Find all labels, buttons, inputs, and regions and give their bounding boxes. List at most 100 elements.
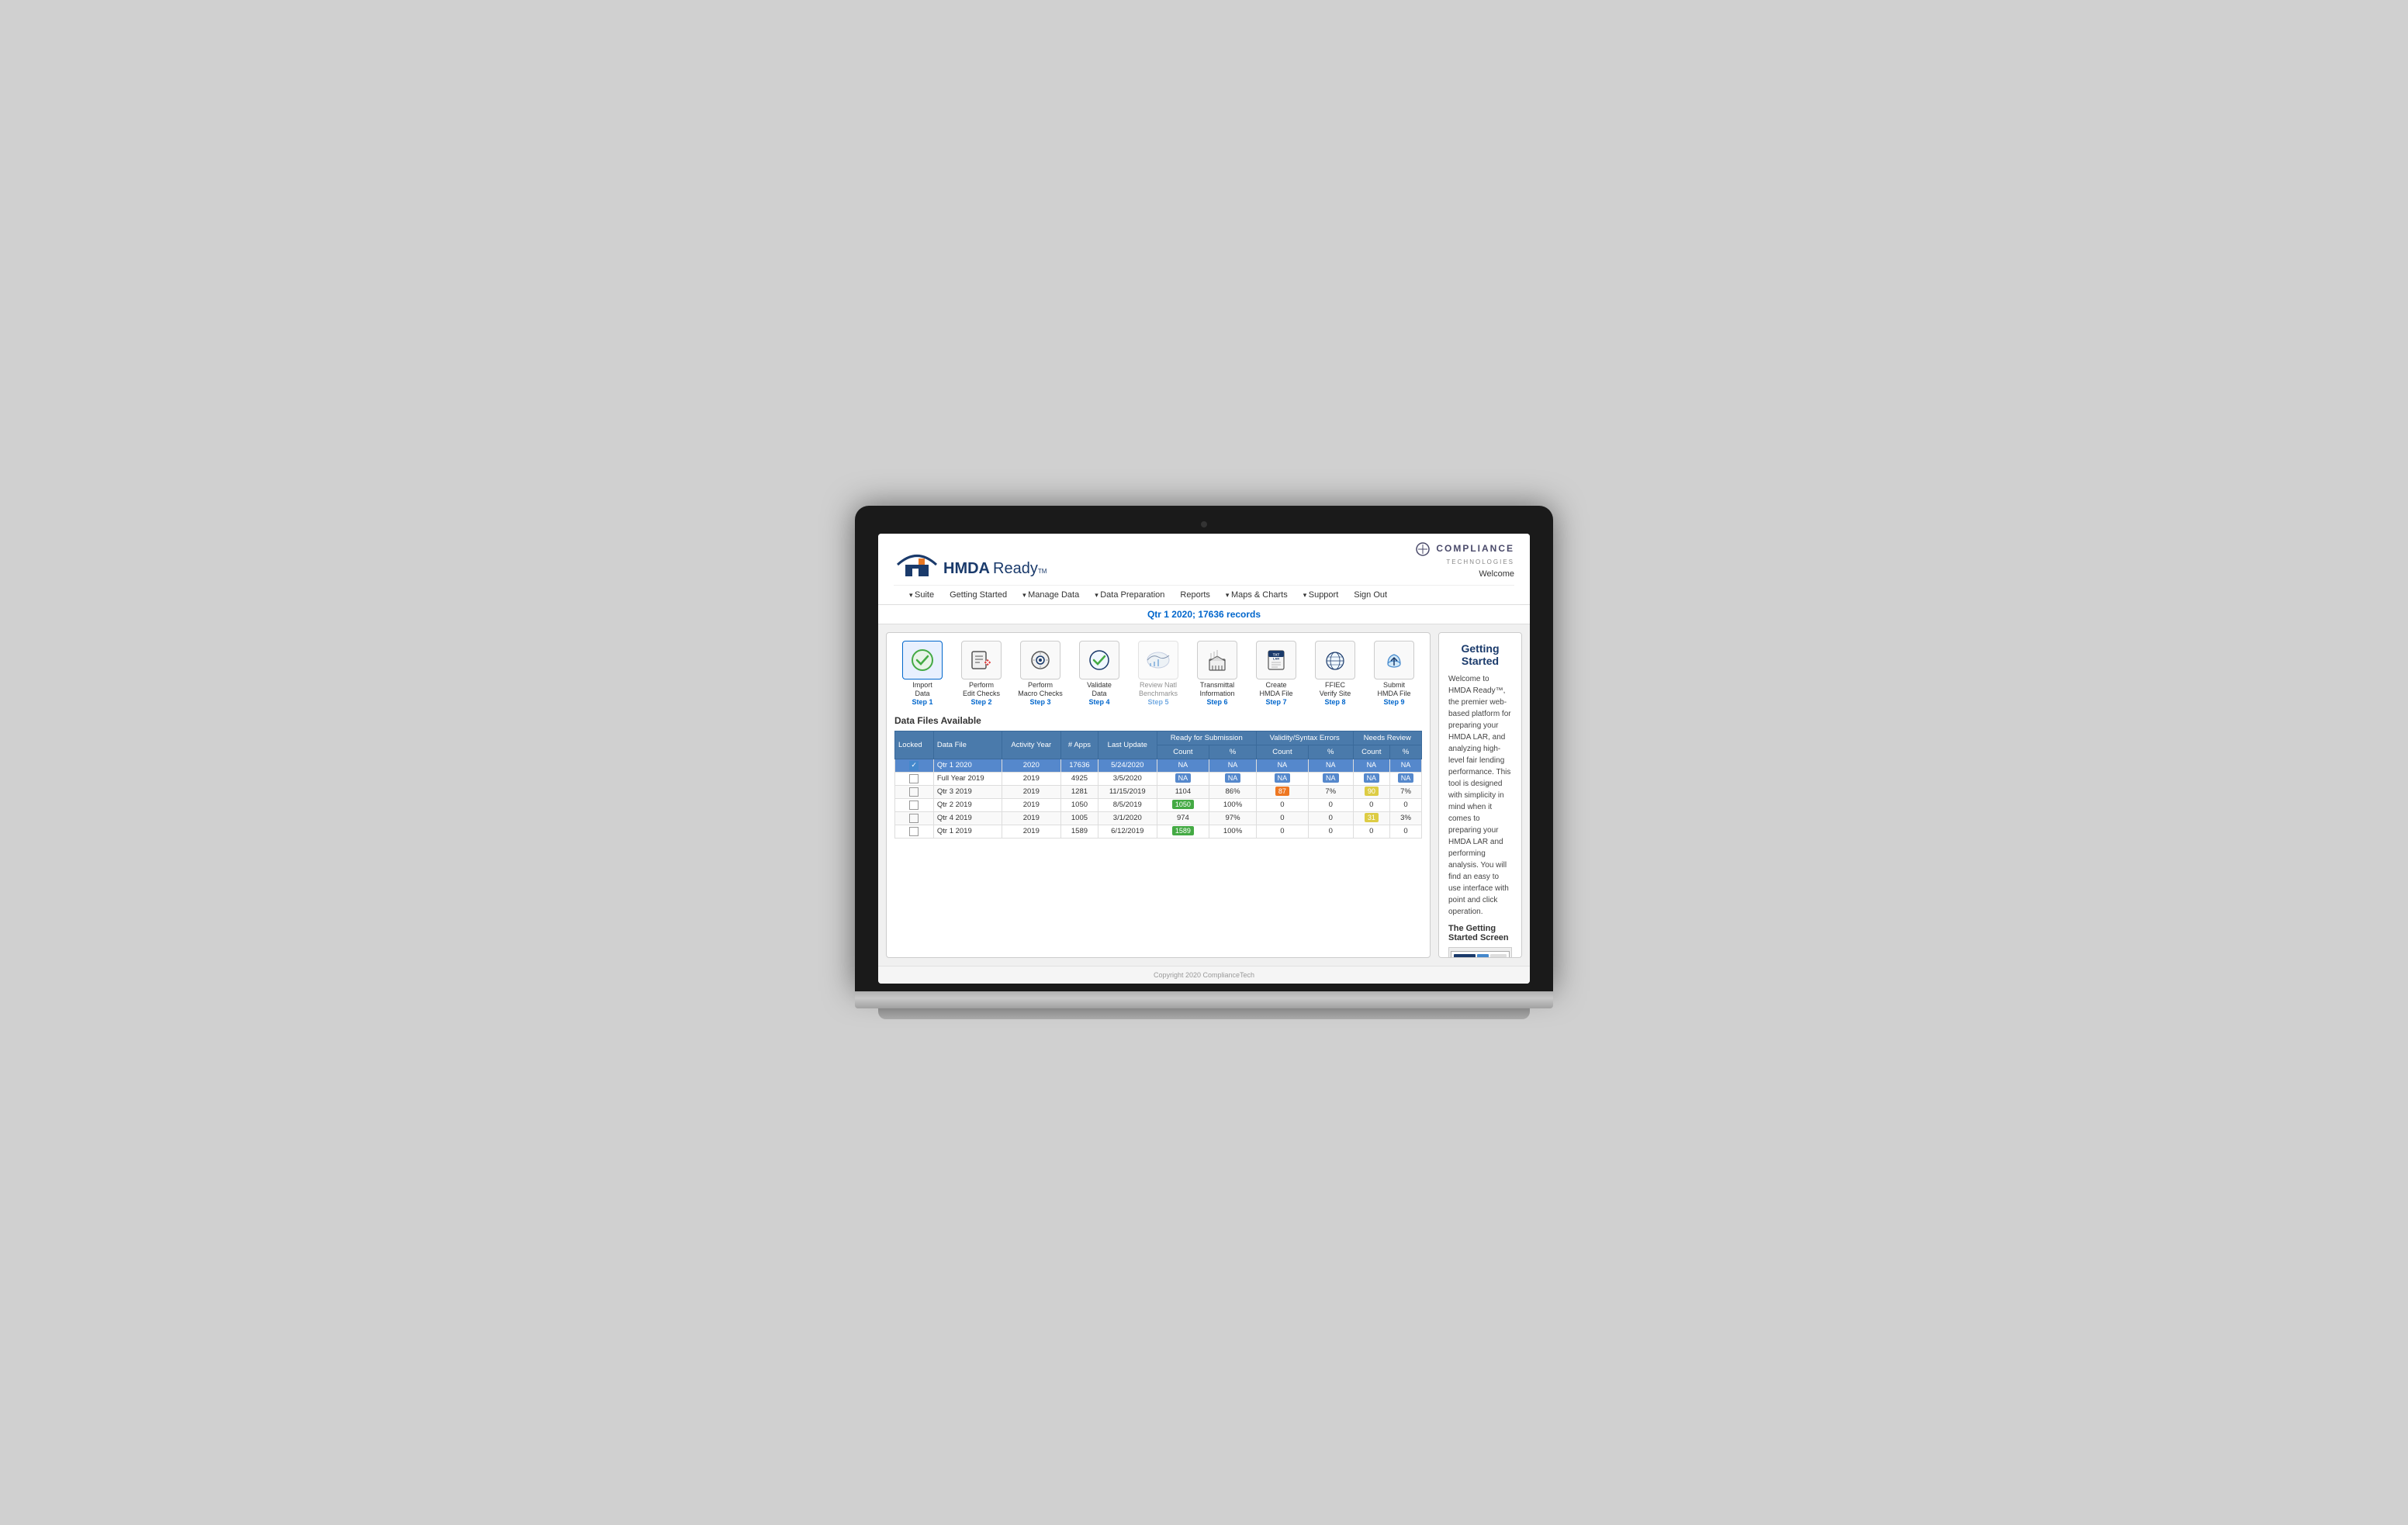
row-update: 8/5/2019: [1098, 798, 1157, 811]
benchmarks-icon: [1145, 649, 1171, 671]
screen: HMDA Ready TM: [878, 534, 1530, 984]
row-validity-count: 0: [1256, 811, 1308, 825]
row-ready-count: 1104: [1157, 785, 1209, 798]
row-ready-count: 974: [1157, 811, 1209, 825]
step-8-name: FFIECVerify Site: [1320, 681, 1351, 698]
step-7-label: Step 7: [1265, 698, 1286, 706]
row-apps: 1589: [1061, 825, 1098, 838]
na-badge: NA: [1323, 760, 1339, 769]
step-3-label: Step 3: [1029, 698, 1050, 706]
col-group-needs: Needs Review: [1353, 731, 1421, 745]
row-year: 2019: [1002, 772, 1060, 785]
row-validity-count: 0: [1256, 798, 1308, 811]
import-data-icon: [911, 648, 934, 672]
lock-checkbox: [909, 761, 919, 770]
row-locked: [895, 825, 934, 838]
row-needs-count: NA: [1353, 772, 1390, 785]
step-5[interactable]: Review NatlBenchmarks Step 5: [1130, 641, 1186, 706]
data-files-table: Locked Data File Activity Year # Apps La…: [894, 731, 1422, 839]
step-1[interactable]: ImportData Step 1: [894, 641, 950, 706]
step-1-icon: [902, 641, 943, 680]
step-4-icon: [1079, 641, 1119, 680]
row-data-file: Qtr 1 2020: [933, 759, 1002, 772]
step-4[interactable]: ValidateData Step 4: [1071, 641, 1127, 706]
lock-checkbox: [909, 801, 919, 810]
row-validity-count: 87: [1256, 785, 1308, 798]
row-ready-count: 1589: [1157, 825, 1209, 838]
na-badge: NA: [1398, 760, 1414, 769]
nav-maps-charts[interactable]: Maps & Charts: [1218, 586, 1296, 604]
getting-started-panel: Getting Started Welcome to HMDA Ready™, …: [1438, 632, 1522, 958]
step-5-name: Review NatlBenchmarks: [1139, 681, 1178, 698]
step-9-label: Step 9: [1383, 698, 1404, 706]
nav-reports[interactable]: Reports: [1172, 586, 1218, 604]
row-update: 3/5/2020: [1098, 772, 1157, 785]
row-ready-count: NA: [1157, 759, 1209, 772]
data-files-title: Data Files Available: [894, 715, 1422, 726]
table-row[interactable]: Qtr 2 2019 2019 1050 8/5/2019 1050 100% …: [895, 798, 1422, 811]
step-2[interactable]: PerformEdit Checks Step 2: [953, 641, 1009, 706]
row-year: 2019: [1002, 811, 1060, 825]
table-scroll[interactable]: Locked Data File Activity Year # Apps La…: [894, 731, 1422, 839]
table-row[interactable]: Full Year 2019 2019 4925 3/5/2020 NA NA …: [895, 772, 1422, 785]
step-9[interactable]: SubmitHMDA File Step 9: [1366, 641, 1422, 706]
row-needs-count: 31: [1353, 811, 1390, 825]
step-5-icon: [1138, 641, 1178, 680]
step-3[interactable]: PerformMacro Checks Step 3: [1012, 641, 1068, 706]
row-ready-pct: NA: [1209, 759, 1257, 772]
ffiec-icon: [1323, 648, 1348, 672]
step-2-label: Step 2: [970, 698, 991, 706]
step-1-label: Step 1: [912, 698, 932, 706]
table-row[interactable]: Qtr 1 2020 2020 17636 5/24/2020 NA NA NA…: [895, 759, 1422, 772]
na-badge: NA: [1175, 760, 1192, 769]
step-1-name: ImportData: [912, 681, 932, 698]
panel-body: Welcome to HMDA Ready™, the premier web-…: [1448, 673, 1512, 918]
step-6[interactable]: TransmittalInformation Step 6: [1189, 641, 1245, 706]
welcome-label: Welcome: [1415, 569, 1514, 579]
row-locked: [895, 772, 934, 785]
row-year: 2019: [1002, 825, 1060, 838]
na-badge: NA: [1275, 760, 1291, 769]
lock-checkbox: [909, 774, 919, 783]
row-needs-pct: 7%: [1390, 785, 1422, 798]
row-ready-count: 1050: [1157, 798, 1209, 811]
row-needs-pct: 0: [1390, 825, 1422, 838]
row-update: 3/1/2020: [1098, 811, 1157, 825]
step-7[interactable]: TXT LAR CreateHMDA File Step 7: [1248, 641, 1304, 706]
compliance-sub: TECHNOLOGIES: [1446, 558, 1514, 565]
nav-suite[interactable]: Suite: [901, 586, 942, 604]
na-badge: NA: [1175, 773, 1192, 783]
laptop-bottom: [878, 1008, 1530, 1019]
row-year: 2019: [1002, 785, 1060, 798]
nav-getting-started[interactable]: Getting Started: [942, 586, 1015, 604]
row-needs-count: 90: [1353, 785, 1390, 798]
screen-preview[interactable]: [1448, 947, 1512, 958]
step-7-icon: TXT LAR: [1256, 641, 1296, 680]
row-validity-pct: NA: [1308, 759, 1353, 772]
row-needs-pct: 3%: [1390, 811, 1422, 825]
row-year: 2020: [1002, 759, 1060, 772]
step-6-label: Step 6: [1206, 698, 1227, 706]
row-year: 2019: [1002, 798, 1060, 811]
nav-data-preparation[interactable]: Data Preparation: [1087, 586, 1172, 604]
step-8-label: Step 8: [1324, 698, 1345, 706]
table-row[interactable]: Qtr 4 2019 2019 1005 3/1/2020 974 97% 0 …: [895, 811, 1422, 825]
na-badge: NA: [1225, 760, 1241, 769]
nav-sign-out[interactable]: Sign Out: [1346, 586, 1395, 604]
footer-text: Copyright 2020 ComplianceTech: [1154, 971, 1254, 979]
row-validity-pct: NA: [1308, 772, 1353, 785]
row-data-file: Qtr 2 2019: [933, 798, 1002, 811]
green-badge: 1589: [1172, 826, 1194, 835]
row-needs-count: 0: [1353, 798, 1390, 811]
row-data-file: Qtr 1 2019: [933, 825, 1002, 838]
nav-manage-data[interactable]: Manage Data: [1015, 586, 1087, 604]
col-needs-count: Count: [1353, 745, 1390, 759]
camera: [1201, 521, 1207, 527]
table-row[interactable]: Qtr 3 2019 2019 1281 11/15/2019 1104 86%…: [895, 785, 1422, 798]
laptop-container: HMDA Ready TM: [855, 506, 1553, 1019]
step-6-icon: [1197, 641, 1237, 680]
table-row[interactable]: Qtr 1 2019 2019 1589 6/12/2019 1589 100%…: [895, 825, 1422, 838]
row-validity-pct: 7%: [1308, 785, 1353, 798]
nav-support[interactable]: Support: [1296, 586, 1347, 604]
step-8[interactable]: FFIECVerify Site Step 8: [1307, 641, 1363, 706]
